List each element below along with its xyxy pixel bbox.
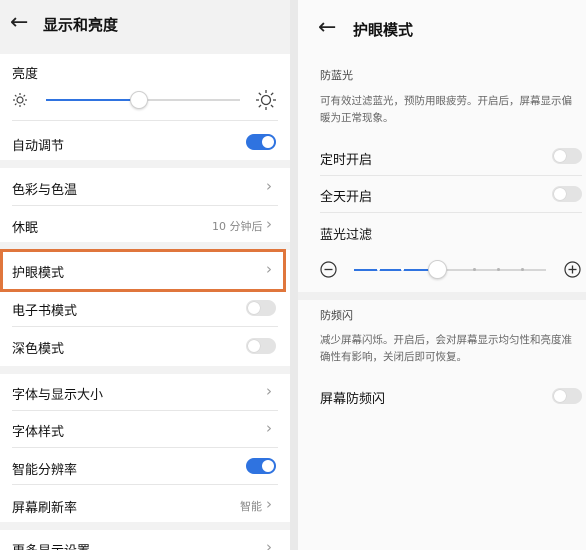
smart-resolution-toggle[interactable] — [246, 458, 276, 474]
sleep-value: 10 分钟后 — [212, 220, 263, 233]
blue-filter-slider-rest — [438, 269, 546, 271]
font-resolution-group: 字体与显示大小 › 字体样式 › 智能分辨率 屏幕刷新率 智能 › — [0, 374, 290, 522]
auto-adjust-label: 自动调节 — [12, 139, 65, 154]
anti-flicker-label: 屏幕防频闪 — [320, 392, 386, 407]
brightness-slider[interactable] — [46, 91, 240, 109]
chevron-right-icon[interactable]: › — [266, 497, 272, 512]
font-size-label: 字体与显示大小 — [12, 388, 104, 403]
ebook-mode-label: 电子书模式 — [12, 304, 78, 319]
display-brightness-panel: ← 显示和亮度 亮度 自动调节 色彩与色温 › 休眠 10 分钟后 › 护眼模式… — [0, 0, 290, 550]
brightness-slider-thumb[interactable] — [130, 91, 148, 109]
sun-large-icon — [255, 89, 277, 115]
all-day-label: 全天开启 — [320, 190, 373, 205]
dark-mode-label: 深色模式 — [12, 342, 65, 357]
brightness-label: 亮度 — [12, 67, 39, 82]
chevron-right-icon[interactable]: › — [266, 384, 272, 399]
anti-flicker-header: 防频闪 — [320, 309, 353, 322]
chevron-right-icon[interactable]: › — [266, 421, 272, 436]
blue-light-description: 可有效过滤蓝光，预防用眼疲劳。开启后，屏幕显示偏暖为正常现象。 — [320, 95, 572, 124]
blue-filter-label: 蓝光过滤 — [320, 228, 373, 243]
blue-filter-slider-fill — [354, 269, 438, 271]
eye-care-highlight-box — [0, 249, 286, 292]
slider-tick — [377, 268, 380, 271]
refresh-rate-value: 智能 — [240, 500, 262, 513]
minus-circle-icon[interactable] — [320, 261, 337, 282]
brightness-group: 亮度 自动调节 — [0, 54, 290, 160]
back-arrow-icon[interactable]: ← — [318, 17, 336, 39]
sun-small-icon — [12, 92, 28, 112]
scheduled-on-label: 定时开启 — [320, 153, 373, 168]
page-title: 护眼模式 — [353, 21, 414, 39]
chevron-right-icon[interactable]: › — [266, 179, 272, 194]
plus-circle-icon[interactable] — [564, 261, 581, 282]
section-divider — [298, 292, 586, 300]
brightness-slider-fill — [46, 99, 139, 101]
auto-adjust-toggle[interactable] — [246, 134, 276, 150]
color-sleep-group: 色彩与色温 › 休眠 10 分钟后 › — [0, 168, 290, 242]
chevron-right-icon[interactable]: › — [266, 217, 272, 232]
more-settings-group: 更多显示设置 › — [0, 530, 290, 550]
page-title: 显示和亮度 — [43, 16, 119, 34]
ebook-mode-toggle[interactable] — [246, 300, 276, 316]
blue-light-header: 防蓝光 — [320, 69, 353, 82]
blue-filter-slider-thumb[interactable] — [428, 260, 447, 279]
smart-resolution-label: 智能分辨率 — [12, 463, 78, 478]
blue-filter-slider[interactable] — [354, 260, 546, 279]
anti-flicker-toggle[interactable] — [552, 388, 582, 404]
back-arrow-icon[interactable]: ← — [10, 12, 28, 34]
scheduled-on-toggle[interactable] — [552, 148, 582, 164]
all-day-toggle[interactable] — [552, 186, 582, 202]
slider-tick — [401, 268, 404, 271]
anti-flicker-description: 减少屏幕闪烁。开启后，会对屏幕显示均匀性和亮度准确性有影响，关闭后即可恢复。 — [320, 334, 572, 363]
refresh-rate-label: 屏幕刷新率 — [12, 501, 78, 516]
slider-tick — [473, 268, 476, 271]
sleep-label: 休眠 — [12, 221, 39, 236]
eye-care-panel: ← 护眼模式 防蓝光 可有效过滤蓝光，预防用眼疲劳。开启后，屏幕显示偏暖为正常现… — [298, 0, 586, 550]
chevron-right-icon[interactable]: › — [266, 540, 272, 550]
slider-tick — [497, 268, 500, 271]
more-display-settings-label[interactable]: 更多显示设置 — [12, 540, 90, 550]
slider-tick — [521, 268, 524, 271]
font-style-label: 字体样式 — [12, 425, 65, 440]
color-temp-label: 色彩与色温 — [12, 183, 78, 198]
dark-mode-toggle[interactable] — [246, 338, 276, 354]
